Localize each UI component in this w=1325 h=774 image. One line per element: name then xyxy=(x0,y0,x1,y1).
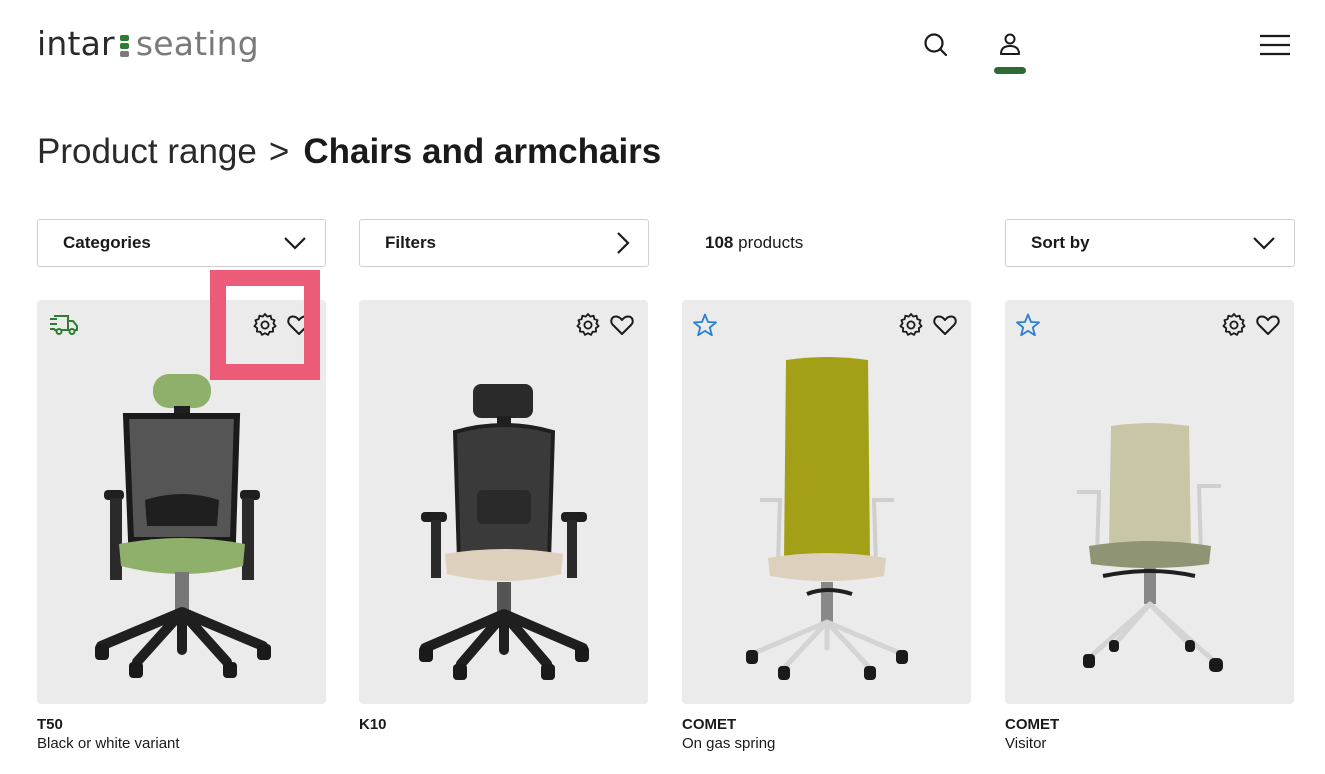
delivery-truck-icon xyxy=(50,315,78,335)
product-name[interactable]: COMET xyxy=(1005,716,1294,734)
star-icon[interactable] xyxy=(692,312,718,338)
product-image-comet-gas-spring[interactable] xyxy=(682,350,971,695)
filters-label: Filters xyxy=(385,233,437,252)
logo-word-intar: intar xyxy=(37,24,115,63)
product-name[interactable]: K10 xyxy=(359,716,648,734)
highlight-box xyxy=(210,270,320,380)
star-icon[interactable] xyxy=(1015,312,1041,338)
favorite-heart-icon[interactable] xyxy=(1255,312,1281,338)
product-count-suffix: products xyxy=(738,233,804,252)
account-active-indicator xyxy=(994,67,1026,74)
sort-dropdown[interactable]: Sort by xyxy=(1005,219,1295,267)
logo-word-seating: seating xyxy=(135,24,259,63)
product-name[interactable]: T50 xyxy=(37,716,326,734)
favorite-heart-icon[interactable] xyxy=(932,312,958,338)
hamburger-menu-icon xyxy=(1260,34,1290,56)
menu-button[interactable] xyxy=(1258,28,1292,62)
product-description: Visitor xyxy=(1005,735,1047,752)
filters-button[interactable]: Filters xyxy=(359,219,649,267)
configure-gear-icon[interactable] xyxy=(898,312,924,338)
chevron-right-icon xyxy=(617,232,630,254)
categories-label: Categories xyxy=(63,233,151,252)
sort-label: Sort by xyxy=(1031,233,1090,252)
product-name[interactable]: COMET xyxy=(682,716,971,734)
breadcrumb-separator: > xyxy=(268,132,290,171)
site-header: intar seating xyxy=(0,0,1325,90)
product-card-comet-gas-spring[interactable] xyxy=(682,300,971,704)
account-button[interactable] xyxy=(993,28,1027,62)
product-card-k10[interactable] xyxy=(359,300,648,704)
chevron-down-icon xyxy=(284,237,306,250)
product-image-t50[interactable] xyxy=(37,350,326,695)
product-info-k10: K10 xyxy=(359,716,648,734)
breadcrumb: Product range > Chairs and armchairs xyxy=(37,130,661,174)
brand-logo[interactable]: intar seating xyxy=(37,22,259,66)
product-info-comet-visitor: COMET Visitor xyxy=(1005,716,1294,754)
product-count: 108 products xyxy=(705,232,803,254)
logo-dots-icon xyxy=(119,35,130,57)
product-description: Black or white variant xyxy=(37,735,180,752)
user-icon xyxy=(1000,33,1020,55)
product-info-t50: T50 Black or white variant xyxy=(37,716,326,754)
breadcrumb-parent-link[interactable]: Product range xyxy=(37,132,257,171)
categories-dropdown[interactable]: Categories xyxy=(37,219,326,267)
configure-gear-icon[interactable] xyxy=(575,312,601,338)
product-info-comet-gas-spring: COMET On gas spring xyxy=(682,716,971,754)
product-description: On gas spring xyxy=(682,735,776,752)
page-title: Chairs and armchairs xyxy=(303,132,662,171)
configure-gear-icon[interactable] xyxy=(1221,312,1247,338)
product-count-number: 108 xyxy=(705,233,734,252)
search-button[interactable] xyxy=(919,28,953,62)
favorite-heart-icon[interactable] xyxy=(609,312,635,338)
product-image-k10[interactable] xyxy=(359,350,648,695)
product-image-comet-visitor[interactable] xyxy=(1005,350,1294,695)
chevron-down-icon xyxy=(1253,237,1275,250)
product-card-comet-visitor[interactable] xyxy=(1005,300,1294,704)
search-icon xyxy=(924,33,948,57)
